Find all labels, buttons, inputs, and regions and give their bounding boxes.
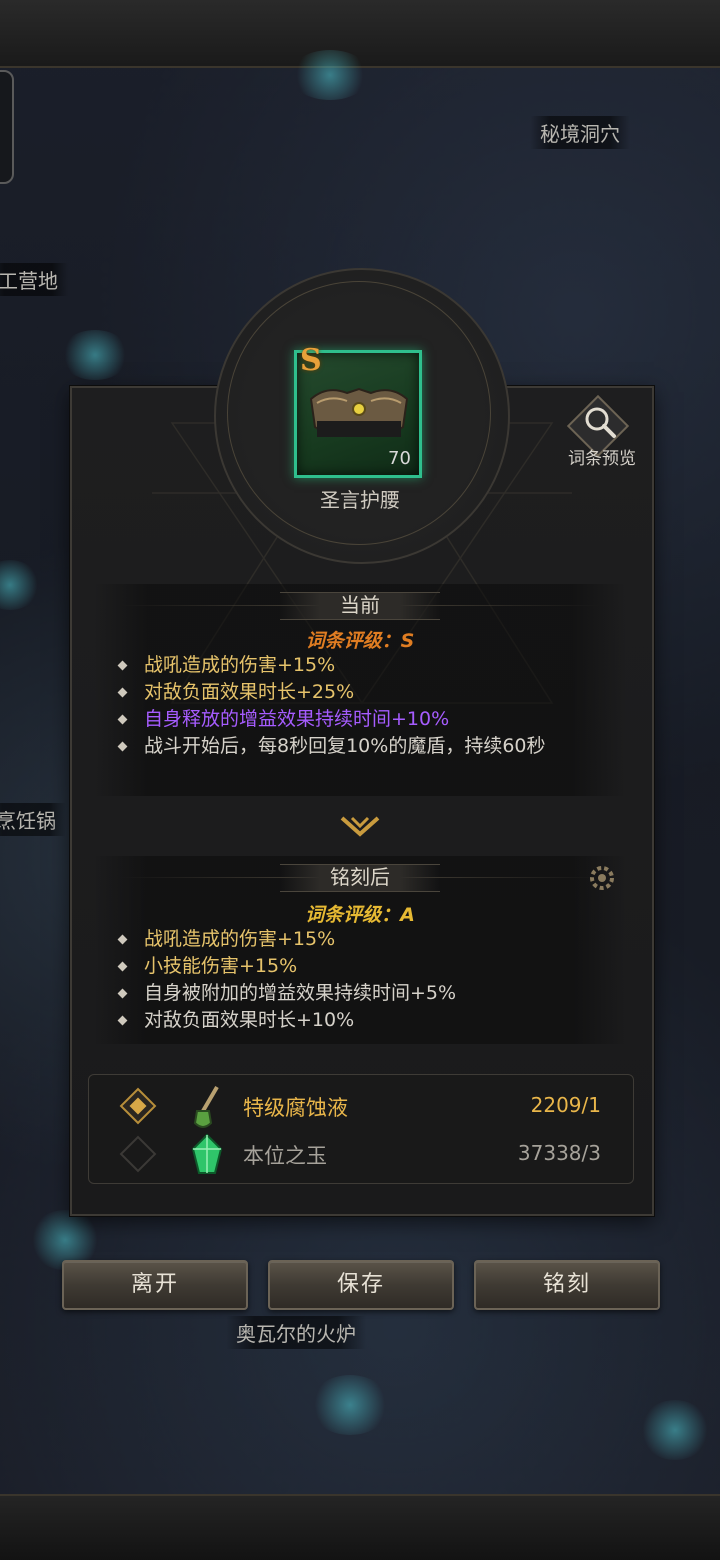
green-jade-icon	[191, 1133, 223, 1174]
material-name: 本位之玉	[243, 1144, 327, 1168]
item-grade-badge: S	[300, 343, 322, 378]
affix-item: 自身被附加的增益效果持续时间+5%	[116, 980, 616, 1007]
material-row[interactable]: 本位之玉 37338/3	[89, 1131, 633, 1179]
preview-button-label: 词条预览	[568, 449, 636, 469]
chevron-down-icon	[340, 816, 380, 837]
material-name: 特级腐蚀液	[243, 1096, 348, 1120]
map-light	[290, 50, 370, 100]
after-affix-list: 战吼造成的伤害+15% 小技能伤害+15% 自身被附加的增益效果持续时间+5% 对敌负…	[116, 926, 616, 1034]
map-label-secret-cave[interactable]: 秘境洞穴	[530, 116, 630, 149]
current-affix-rating: 词条评级：S	[305, 630, 415, 652]
map-label-camp[interactable]: 工营地	[0, 263, 68, 296]
affix-item: 对敌负面效果时长+25%	[116, 679, 616, 706]
current-affix-list: 战吼造成的伤害+15% 对敌负面效果时长+25% 自身释放的增益效果持续时间+10%…	[116, 652, 616, 760]
current-section-title: 当前	[260, 590, 460, 620]
affix-item: 战吼造成的伤害+15%	[116, 652, 616, 679]
item-level: 70	[388, 448, 411, 469]
material-count: 2209/1	[530, 1093, 601, 1117]
leave-button[interactable]: 离开	[62, 1260, 248, 1310]
magnifier-icon	[585, 407, 616, 438]
after-affix-rating: 词条评级：A	[305, 904, 415, 926]
affix-item: 战吼造成的伤害+15%	[116, 926, 616, 953]
corrosive-potion-icon	[193, 1085, 219, 1128]
material-checkbox[interactable]	[119, 1087, 157, 1125]
materials-box: 特级腐蚀液 2209/1 本位之玉 37338/3	[88, 1074, 634, 1184]
map-light	[0, 560, 40, 610]
map-label-cook-pot[interactable]: 烹饪锅	[0, 803, 66, 836]
after-section-title: 铭刻后	[260, 862, 460, 892]
bottom-bar	[0, 1494, 720, 1560]
material-row[interactable]: 特级腐蚀液 2209/1	[89, 1083, 633, 1131]
material-count: 37338/3	[517, 1141, 601, 1165]
save-button[interactable]: 保存	[268, 1260, 454, 1310]
material-checkbox[interactable]	[119, 1135, 157, 1173]
gear-icon[interactable]	[584, 860, 620, 896]
left-side-tab[interactable]	[0, 70, 14, 184]
item-name: 圣言护腰	[320, 488, 400, 512]
engrave-button[interactable]: 铭刻	[474, 1260, 660, 1310]
map-light	[310, 1375, 390, 1435]
map-light	[640, 1400, 710, 1460]
belt-icon	[309, 387, 409, 437]
affix-item: 自身释放的增益效果持续时间+10%	[116, 706, 616, 733]
affix-item: 小技能伤害+15%	[116, 953, 616, 980]
affix-item: 战斗开始后，每8秒回复10%的魔盾，持续60秒	[116, 733, 616, 760]
map-label-furnace[interactable]: 奥瓦尔的火炉	[226, 1316, 366, 1349]
affix-item: 对敌负面效果时长+10%	[116, 1007, 616, 1034]
map-light	[60, 330, 130, 380]
affix-preview-button[interactable]: 词条预览	[562, 394, 642, 469]
